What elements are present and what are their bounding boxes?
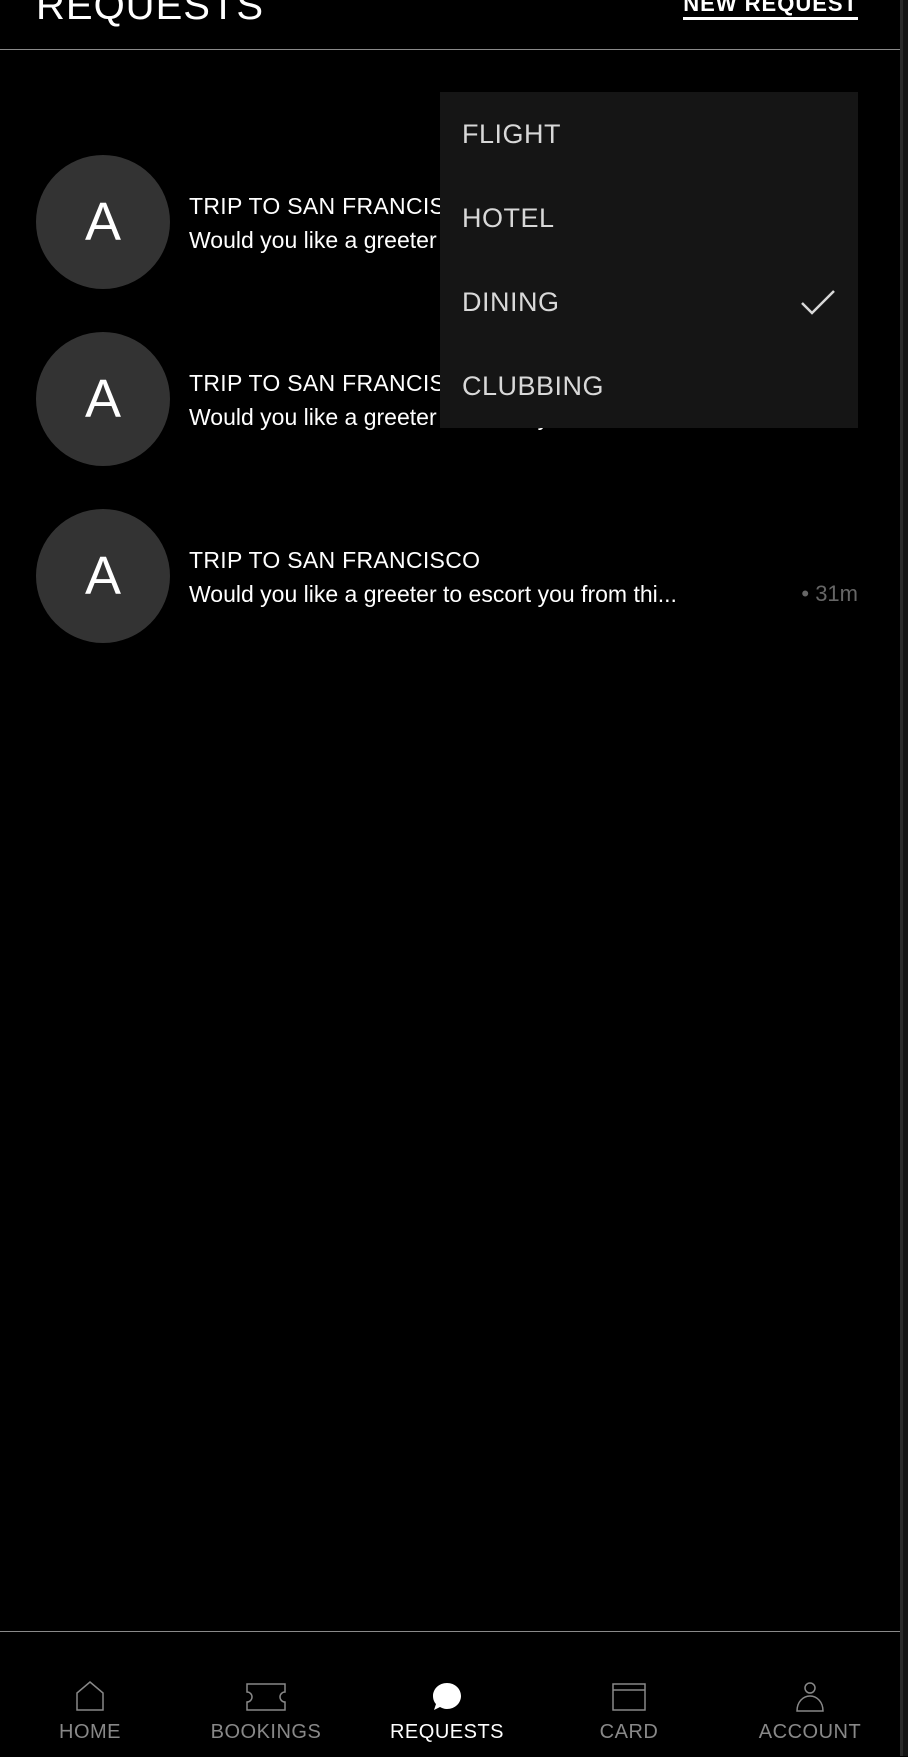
dropdown-option-dining[interactable]: DINING <box>440 260 858 344</box>
avatar: A <box>36 332 170 466</box>
avatar: A <box>36 509 170 643</box>
checkmark-icon <box>801 290 835 315</box>
dropdown-option-hotel[interactable]: HOTEL <box>440 176 858 260</box>
list-item[interactable]: A TRIP TO SAN FRANCISCO Would you like a… <box>0 509 900 686</box>
tab-label: REQUESTS <box>389 1721 505 1743</box>
page-title: REQUESTS <box>36 0 265 28</box>
chat-bubble-icon <box>433 1683 461 1710</box>
tab-label: CARD <box>599 1721 659 1743</box>
category-dropdown-menu: FLIGHT HOTEL DINING CLUBBING <box>440 92 858 428</box>
option-label: FLIGHT <box>462 118 562 149</box>
home-icon <box>76 1681 104 1711</box>
scrollbar-track[interactable] <box>903 0 908 1756</box>
ticket-icon <box>246 1683 286 1711</box>
app-screen: REQUESTS NEW REQUEST A TRIP TO SAN FRANC… <box>0 0 900 1756</box>
avatar: A <box>36 155 170 289</box>
request-time: • 31m <box>801 581 858 606</box>
bottom-tab-bar: HOME BOOKINGS REQUESTS CARD ACCOUNT <box>0 1631 900 1757</box>
tab-bookings[interactable]: BOOKINGS <box>176 1632 356 1757</box>
new-request-button[interactable]: NEW REQUEST <box>683 0 858 20</box>
dropdown-option-clubbing[interactable]: CLUBBING <box>440 344 858 428</box>
tab-home[interactable]: HOME <box>0 1632 180 1757</box>
request-title: TRIP TO SAN FRANCISCO <box>189 370 481 396</box>
tab-account[interactable]: ACCOUNT <box>720 1632 900 1757</box>
dropdown-option-flight[interactable]: FLIGHT <box>440 92 858 176</box>
request-message: Would you like a greeter to escort you f… <box>189 581 677 607</box>
request-title: TRIP TO SAN FRANCISCO <box>189 193 481 219</box>
option-label: CLUBBING <box>462 370 605 401</box>
tab-card[interactable]: CARD <box>539 1632 719 1757</box>
card-icon <box>612 1683 646 1711</box>
header: REQUESTS NEW REQUEST <box>0 0 900 50</box>
tab-requests[interactable]: REQUESTS <box>357 1632 537 1757</box>
option-label: HOTEL <box>462 202 555 233</box>
tab-label: BOOKINGS <box>210 1721 322 1743</box>
option-label: DINING <box>462 286 560 317</box>
person-icon <box>796 1682 824 1712</box>
tab-label: ACCOUNT <box>758 1721 862 1743</box>
tab-label: HOME <box>59 1721 121 1743</box>
request-title: TRIP TO SAN FRANCISCO <box>189 547 481 573</box>
